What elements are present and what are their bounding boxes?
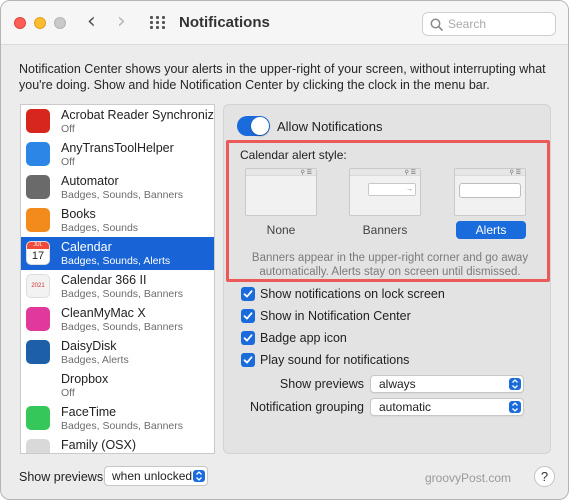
lock-screen-checkbox[interactable] — [241, 287, 255, 301]
grouping-label: Notification grouping — [250, 400, 364, 414]
app-list-item[interactable]: CleanMyMac X Badges, Sounds, Banners — [21, 303, 214, 336]
app-name: Calendar — [61, 240, 112, 254]
show-previews-select[interactable]: always — [370, 375, 524, 393]
facetime-icon — [26, 406, 50, 430]
style-banners-thumbnail[interactable]: ⚲ ☰ → — [349, 168, 421, 216]
app-name: Acrobat Reader Synchroniz… — [61, 108, 215, 122]
app-notification-summary: Badges, Sounds, Banners — [61, 288, 184, 300]
app-list-item[interactable]: Automator Badges, Sounds, Banners — [21, 171, 214, 204]
grouping-value: automatic — [379, 400, 432, 414]
style-alerts-thumbnail[interactable]: ⚲ ☰ — [454, 168, 526, 216]
app-list-item[interactable]: Books Badges, Sounds — [21, 204, 214, 237]
app-notification-summary: Off — [61, 156, 75, 168]
style-banners-label[interactable]: Banners — [349, 223, 421, 237]
books-icon — [26, 208, 50, 232]
app-list-item[interactable]: Acrobat Reader Synchroniz… Off — [21, 105, 214, 138]
app-list[interactable]: Acrobat Reader Synchroniz… Off AnyTransToo… — [20, 104, 215, 454]
app-list-item[interactable]: Dropbox Off — [21, 369, 214, 402]
app-name: AnyTransToolHelper — [61, 141, 174, 155]
forward-arrow-icon[interactable]: › — [117, 10, 126, 34]
app-notification-summary: Badges, Sounds — [61, 222, 139, 234]
play-sound-checkbox[interactable] — [241, 353, 255, 367]
chevron-updown-icon — [509, 378, 521, 390]
app-list-item[interactable]: DaisyDisk Badges, Alerts — [21, 336, 214, 369]
description-text: Notification Center shows your alerts in… — [19, 62, 546, 92]
app-notification-summary: Badges, Sounds, Banners — [61, 321, 184, 333]
app-list-item[interactable]: Family (OSX) — [21, 435, 214, 453]
app-list-item[interactable]: FaceTime Badges, Sounds, Banners — [21, 402, 214, 435]
lock-screen-label: Show notifications on lock screen — [260, 287, 445, 301]
search-field[interactable]: Search — [422, 12, 556, 36]
footer-show-previews-value: when unlocked — [112, 469, 193, 483]
checkmark-icon — [243, 356, 253, 364]
calendar-366-icon: 2021 — [26, 274, 50, 298]
back-arrow-icon[interactable]: ‹ — [87, 10, 96, 34]
close-window-button[interactable] — [14, 17, 26, 29]
chevron-updown-icon — [509, 401, 521, 413]
style-alerts-selected[interactable]: Alerts — [456, 221, 526, 239]
app-name: Automator — [61, 174, 119, 188]
app-notification-summary: Badges, Sounds, Alerts — [61, 255, 171, 267]
alert-style-label: Calendar alert style: — [240, 148, 347, 162]
app-notification-summary: Badges, Sounds, Banners — [61, 189, 184, 201]
title-bar: ‹ › Notifications Search — [1, 1, 568, 45]
search-placeholder: Search — [448, 17, 487, 31]
notification-center-checkbox[interactable] — [241, 309, 255, 323]
play-sound-label: Play sound for notifications — [260, 353, 410, 367]
anytrans-icon — [26, 142, 50, 166]
chevron-updown-icon — [193, 470, 205, 482]
watermark: groovyPost.com — [425, 471, 512, 485]
app-name: Calendar 366 II — [61, 273, 147, 287]
cleanmymac-icon — [26, 307, 50, 331]
app-name: Dropbox — [61, 372, 109, 386]
help-button[interactable]: ? — [534, 466, 555, 487]
style-none-thumbnail[interactable]: ⚲ ☰ — [245, 168, 317, 216]
alert-style-explanation: Banners appear in the upper-right corner… — [251, 252, 529, 278]
automator-icon — [26, 175, 50, 199]
family-icon — [26, 439, 50, 453]
allow-notifications-label: Allow Notifications — [277, 119, 383, 134]
app-notification-summary: Off — [61, 123, 75, 135]
window-title: Notifications — [179, 14, 270, 31]
app-name: FaceTime — [61, 405, 117, 419]
app-name: CleanMyMac X — [61, 306, 146, 320]
app-name: Books — [61, 207, 96, 221]
show-previews-label: Show previews — [279, 377, 364, 391]
footer-show-previews-label: Show previews: — [19, 470, 107, 484]
footer-show-previews-select[interactable]: when unlocked — [104, 466, 208, 486]
app-list-item[interactable]: AnyTransToolHelper Off — [21, 138, 214, 171]
app-name: DaisyDisk — [61, 339, 117, 353]
dropbox-icon — [26, 373, 50, 397]
grouping-select[interactable]: automatic — [370, 398, 524, 416]
show-all-grid-icon[interactable] — [150, 16, 166, 30]
checkmark-icon — [243, 290, 253, 298]
app-list-item[interactable]: JUL 17 Calendar Badges, Sounds, Alerts — [21, 237, 214, 270]
app-notification-summary: Off — [61, 387, 75, 399]
acrobat-icon — [26, 109, 50, 133]
badge-icon-label: Badge app icon — [260, 331, 347, 345]
badge-icon-checkbox[interactable] — [241, 331, 255, 345]
checkmark-icon — [243, 312, 253, 320]
allow-notifications-toggle[interactable] — [237, 116, 270, 136]
calendar-icon: JUL 17 — [26, 241, 50, 265]
minimize-window-button[interactable] — [34, 17, 46, 29]
show-previews-value: always — [379, 377, 416, 391]
notification-center-label: Show in Notification Center — [260, 309, 411, 323]
search-icon — [430, 18, 443, 31]
app-list-item[interactable]: 2021 Calendar 366 II Badges, Sounds, Banne… — [21, 270, 214, 303]
daisydisk-icon — [26, 340, 50, 364]
app-name: Family (OSX) — [61, 438, 136, 452]
checkmark-icon — [243, 334, 253, 342]
app-notification-summary: Badges, Sounds, Banners — [61, 420, 184, 432]
preferences-window: ‹ › Notifications Search Notification Ce… — [0, 0, 569, 500]
app-notification-summary: Badges, Alerts — [61, 354, 129, 366]
style-none-label[interactable]: None — [245, 223, 317, 237]
zoom-window-button[interactable] — [54, 17, 66, 29]
